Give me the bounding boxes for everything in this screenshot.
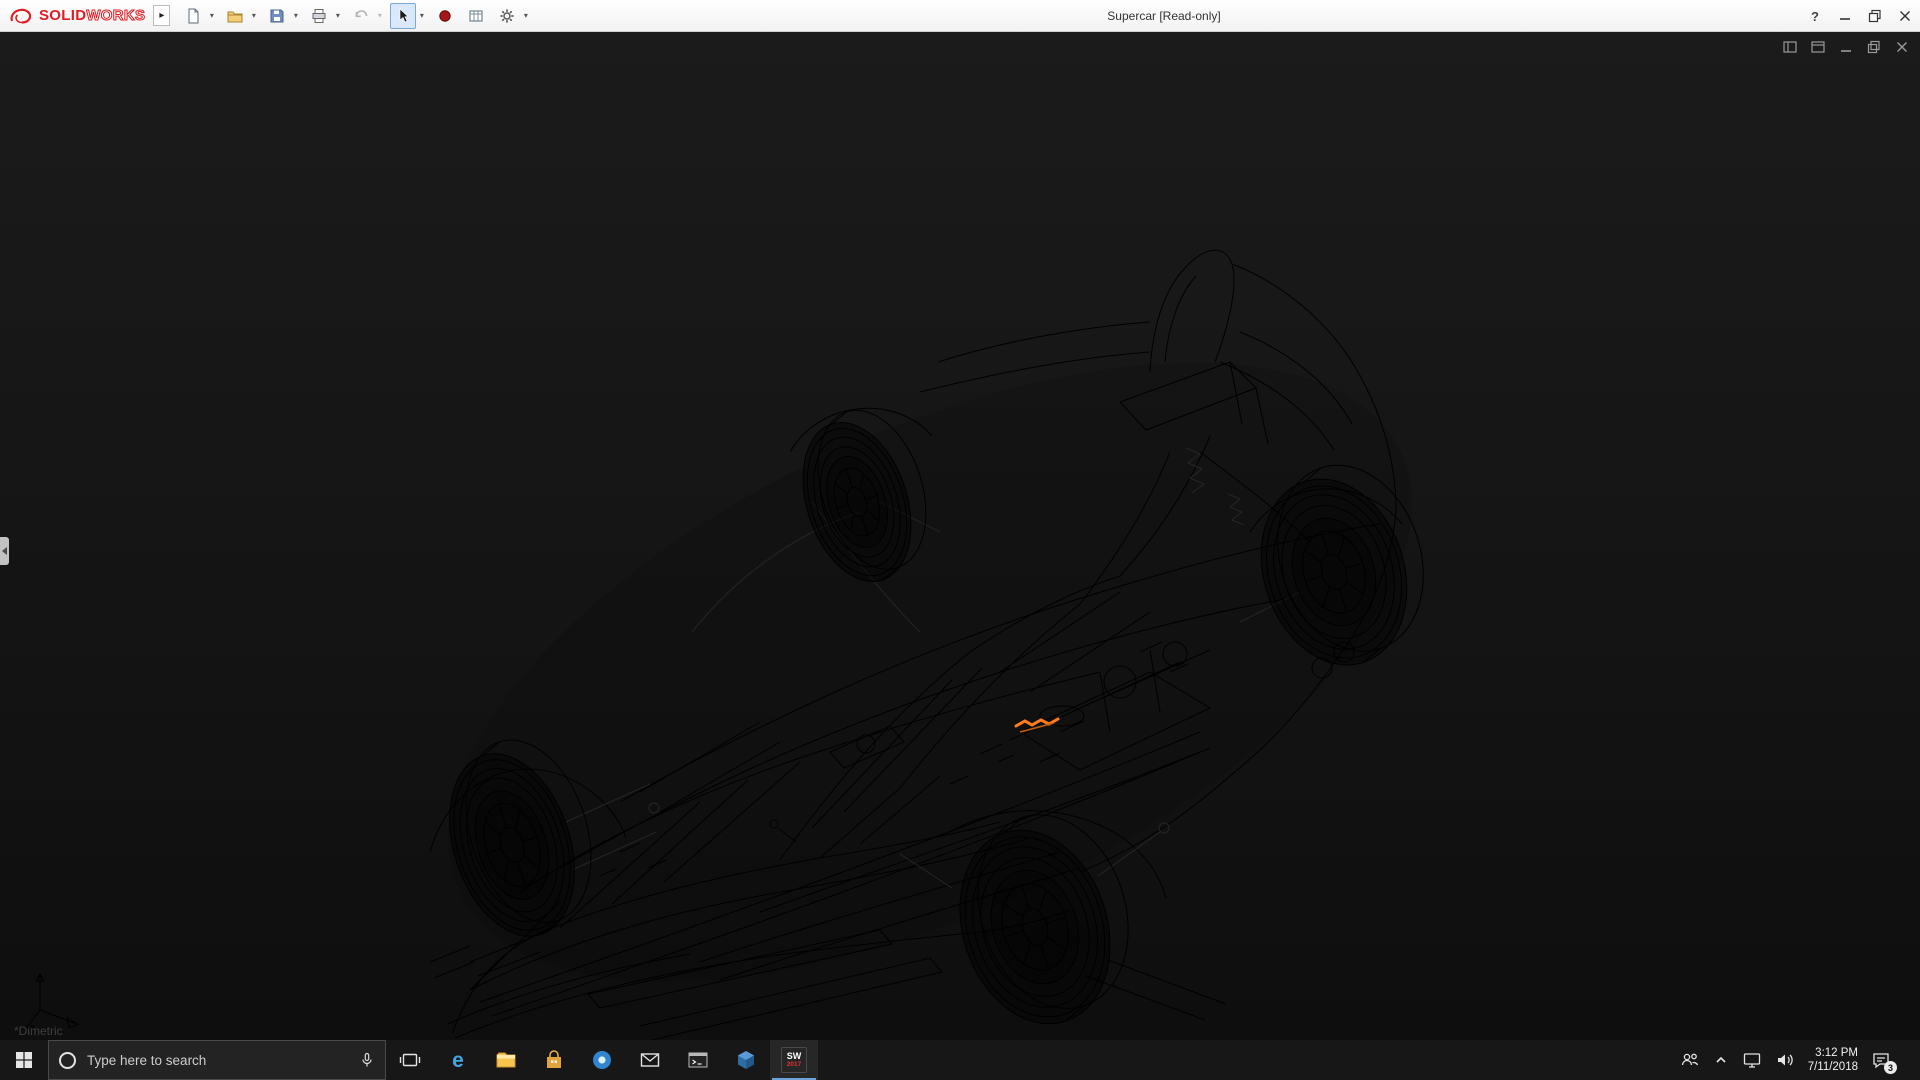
console-icon [688, 1052, 708, 1068]
taskbar-app-console[interactable] [674, 1040, 722, 1080]
undo-dropdown[interactable]: ▾ [374, 3, 385, 29]
store-bag-icon [547, 1050, 561, 1068]
windows-logo-icon [16, 1052, 32, 1068]
chevron-up-icon [1716, 1056, 1726, 1063]
clock[interactable]: 3:12 PM 7/11/2018 [1808, 1046, 1858, 1074]
help-button[interactable]: ? [1800, 0, 1830, 32]
pane-left-button[interactable] [1782, 39, 1798, 55]
windows-taskbar: e [0, 1040, 1920, 1080]
pane-top-button[interactable] [1810, 39, 1826, 55]
undo-button[interactable] [348, 3, 374, 29]
pinned-apps: e SW 2017 [386, 1040, 818, 1080]
new-document-icon [188, 8, 199, 23]
action-center-button[interactable]: 3 [1871, 1050, 1897, 1074]
save-dropdown[interactable]: ▾ [290, 3, 301, 29]
doc-close-icon [1897, 42, 1907, 52]
svg-text:e: e [452, 1049, 464, 1072]
open-button[interactable] [222, 3, 248, 29]
solidworks-brand: SOLIDWORKS [8, 6, 146, 26]
solidworks-2017-icon: SW 2017 [781, 1047, 807, 1073]
taskbar-spacer [818, 1040, 1680, 1080]
pane-left-icon [1783, 41, 1797, 53]
solidworks-window: SOLIDWORKS ▸ ▾ ▾ ▾ ▾ ▾ ▾ ▾ Supercar [Rea… [0, 0, 1920, 1080]
window-controls: ? [1800, 0, 1920, 32]
system-tray: 3:12 PM 7/11/2018 3 [1680, 1040, 1920, 1080]
minimize-button[interactable] [1830, 0, 1860, 32]
brand-text: SOLIDWORKS [39, 7, 146, 25]
mail-icon [640, 1053, 660, 1067]
blue-circle-app-icon [593, 1051, 611, 1069]
file-explorer-icon [496, 1052, 516, 1068]
cortana-icon [59, 1051, 76, 1069]
view-orientation-label: *Dimetric [14, 1024, 63, 1038]
task-view-button[interactable] [386, 1040, 434, 1080]
taskbar-app-edge[interactable]: e [434, 1040, 482, 1080]
restore-icon [1868, 9, 1881, 23]
printer-icon [312, 8, 326, 23]
title-bar: SOLIDWORKS ▸ ▾ ▾ ▾ ▾ ▾ ▾ ▾ Supercar [Rea… [0, 0, 1920, 32]
microphone-icon[interactable] [359, 1052, 375, 1068]
options-button[interactable] [494, 3, 520, 29]
restore-button[interactable] [1860, 0, 1890, 32]
new-document-button[interactable] [180, 3, 206, 29]
record-macro-icon [439, 9, 452, 22]
taskbar-app-blue-circle[interactable] [578, 1040, 626, 1080]
solidworks-logo-icon [10, 8, 32, 24]
menu-expand-button[interactable]: ▸ [153, 5, 171, 26]
notification-badge: 3 [1884, 1061, 1897, 1074]
feature-manager-collapse-tab[interactable] [0, 537, 9, 565]
taskbar-app-solidworks[interactable]: SW 2017 [770, 1040, 818, 1080]
doc-restore-button[interactable] [1866, 39, 1882, 55]
taskbar-app-store[interactable] [530, 1040, 578, 1080]
open-folder-icon [227, 11, 243, 22]
people-button[interactable] [1680, 1050, 1700, 1070]
quick-access-toolbar: ▾ ▾ ▾ ▾ ▾ ▾ ▾ [180, 2, 536, 29]
options-gear-icon [500, 8, 514, 23]
minimize-icon [1840, 18, 1850, 20]
people-icon [1681, 1053, 1698, 1066]
taskbar-app-3d-cube[interactable] [722, 1040, 770, 1080]
doc-close-button[interactable] [1894, 39, 1910, 55]
volume-button[interactable] [1775, 1050, 1795, 1070]
doc-minimize-icon [1841, 50, 1851, 52]
select-button[interactable] [390, 2, 417, 29]
design-table-icon [469, 10, 483, 21]
search-input[interactable] [85, 1051, 350, 1069]
save-floppy-icon [270, 9, 284, 22]
open-dropdown[interactable]: ▾ [248, 3, 259, 29]
document-title: Supercar [Read-only] [1107, 8, 1221, 23]
doc-minimize-button[interactable] [1838, 39, 1854, 55]
doc-restore-icon [1867, 40, 1880, 54]
clock-date: 7/11/2018 [1807, 1061, 1858, 1073]
hidden-icons-button[interactable] [1713, 1052, 1729, 1068]
cube-3d-icon [738, 1051, 754, 1069]
network-button[interactable] [1742, 1050, 1762, 1070]
undo-icon [356, 9, 368, 17]
options-dropdown[interactable]: ▾ [520, 3, 531, 29]
collapse-arrow-icon [2, 547, 7, 555]
close-button[interactable] [1890, 0, 1920, 32]
save-button[interactable] [264, 3, 290, 29]
record-macro-button[interactable] [432, 3, 458, 29]
graphics-area[interactable]: *Dimetric [0, 32, 1920, 1040]
taskbar-app-file-explorer[interactable] [482, 1040, 530, 1080]
display-network-icon [1743, 1053, 1760, 1068]
design-table-button[interactable] [463, 3, 489, 29]
taskbar-app-mail[interactable] [626, 1040, 674, 1080]
close-icon [1900, 11, 1910, 21]
taskbar-search[interactable] [48, 1040, 386, 1080]
task-view-icon [399, 1053, 421, 1067]
wireframe-model [26, 249, 1424, 1040]
new-document-dropdown[interactable]: ▾ [206, 3, 217, 29]
start-button[interactable] [0, 1040, 48, 1080]
pane-top-icon [1811, 41, 1825, 53]
clock-time: 3:12 PM [1815, 1047, 1858, 1059]
select-cursor-icon [400, 7, 410, 22]
edge-icon: e [452, 1049, 464, 1072]
speaker-icon [1777, 1054, 1793, 1066]
mdi-window-controls [1782, 39, 1910, 55]
select-dropdown[interactable]: ▾ [416, 3, 427, 29]
print-button[interactable] [306, 3, 332, 29]
print-dropdown[interactable]: ▾ [332, 3, 343, 29]
